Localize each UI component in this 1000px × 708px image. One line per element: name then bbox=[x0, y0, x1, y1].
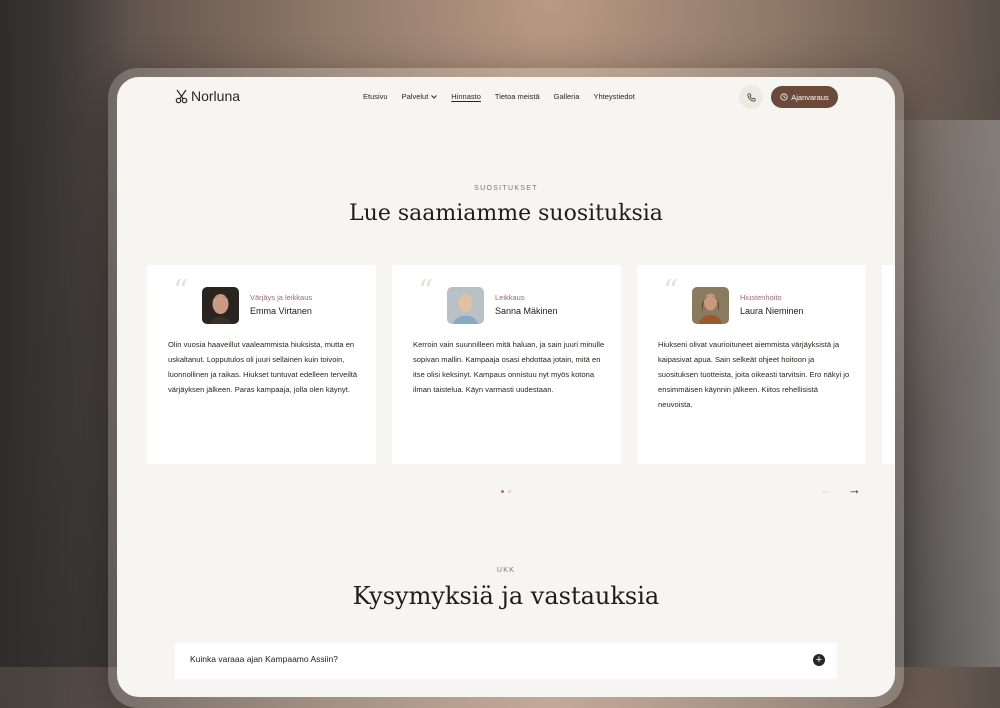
booking-label: Ajanvaraus bbox=[791, 92, 829, 102]
quote-icon: “ bbox=[663, 274, 679, 309]
chevron-down-icon bbox=[431, 94, 438, 99]
brand-name: Norluna bbox=[191, 88, 241, 104]
testimonial-text: Olin vuosia haaveillut vaaleammista hiuk… bbox=[168, 340, 358, 394]
brand-logo[interactable]: Norluna bbox=[175, 88, 240, 104]
reviewer-name: Laura Nieminen bbox=[740, 306, 804, 316]
nav-item-galleria[interactable]: Galleria bbox=[554, 92, 580, 101]
faq-title: Kysymyksiä ja vastauksia bbox=[352, 582, 660, 610]
faq-item[interactable]: Kuinka varaaa ajan Kampaamo Assiin? + bbox=[175, 643, 837, 679]
avatar bbox=[202, 287, 239, 324]
prev-arrow-icon[interactable]: ← bbox=[820, 482, 833, 497]
website-screen: Norluna Etusivu Palvelut Hinnasto Tietoa… bbox=[117, 77, 895, 697]
clock-icon bbox=[780, 93, 788, 101]
testimonials-eyebrow: SUOSITUKSET bbox=[474, 185, 538, 192]
top-navigation: Norluna Etusivu Palvelut Hinnasto Tietoa… bbox=[117, 77, 895, 117]
nav-item-palvelut-label: Palvelut bbox=[401, 92, 429, 101]
nav-item-etusivu[interactable]: Etusivu bbox=[363, 92, 388, 101]
testimonial-card: “ Hiustenhoito Laura Nieminen Hiukseni o… bbox=[637, 265, 866, 464]
testimonial-text: Hiukseni olivat vaurioituneet aiemmista … bbox=[658, 340, 850, 409]
nav-item-hinnasto[interactable]: Hinnasto bbox=[451, 92, 481, 101]
nav-item-tietoa-meista[interactable]: Tietoa meistä bbox=[495, 92, 540, 101]
testimonials-title: Lue saamiamme suosituksia bbox=[349, 201, 663, 226]
service-label: Leikkaus bbox=[495, 293, 525, 302]
carousel-dot-active[interactable] bbox=[501, 490, 504, 493]
testimonial-card: “ Värjäys ja leikkaus Emma Virtanen Olin… bbox=[147, 265, 376, 464]
avatar bbox=[447, 287, 484, 324]
quote-icon: “ bbox=[418, 274, 434, 309]
main-menu: Etusivu Palvelut Hinnasto Tietoa meistä … bbox=[363, 92, 635, 101]
plus-icon[interactable]: + bbox=[813, 654, 825, 666]
nav-item-yhteystiedot[interactable]: Yhteystiedot bbox=[594, 92, 635, 101]
faq-question: Kuinka varaaa ajan Kampaamo Assiin? bbox=[190, 654, 338, 664]
service-label: Hiustenhoito bbox=[740, 293, 782, 302]
quote-icon: “ bbox=[173, 274, 189, 309]
scissors-icon bbox=[175, 89, 188, 103]
reviewer-name: Emma Virtanen bbox=[250, 306, 312, 316]
phone-icon bbox=[747, 93, 755, 101]
faq-eyebrow: UKK bbox=[496, 567, 516, 574]
booking-button[interactable]: Ajanvaraus bbox=[771, 86, 838, 108]
reviewer-name: Sanna Mäkinen bbox=[495, 306, 558, 316]
carousel-pagination bbox=[501, 490, 511, 493]
service-label: Värjäys ja leikkaus bbox=[250, 293, 313, 302]
phone-button[interactable] bbox=[739, 85, 763, 109]
testimonial-card-partial bbox=[882, 265, 895, 464]
testimonial-card: “ Leikkaus Sanna Mäkinen Kerroin vain su… bbox=[392, 265, 621, 464]
testimonial-text: Kerroin vain suunnilleen mitä haluan, ja… bbox=[413, 340, 605, 394]
next-arrow-icon[interactable]: → bbox=[848, 482, 861, 497]
avatar bbox=[692, 287, 729, 324]
nav-item-palvelut[interactable]: Palvelut bbox=[402, 92, 438, 101]
carousel-dot[interactable] bbox=[508, 490, 511, 493]
